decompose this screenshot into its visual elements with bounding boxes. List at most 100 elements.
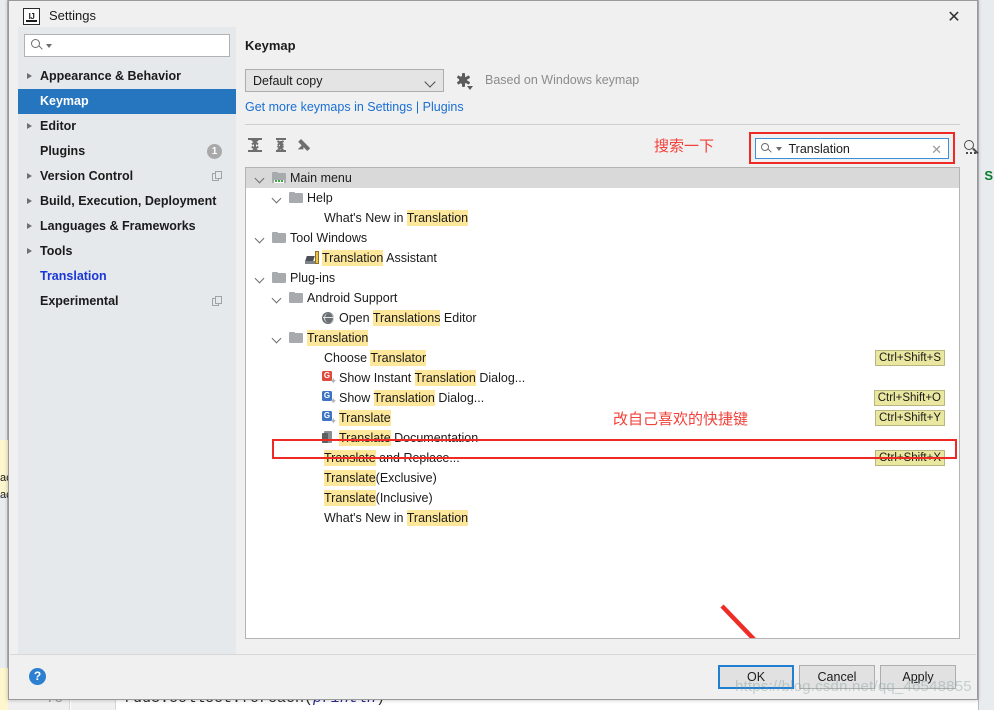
copy-settings-icon[interactable] — [212, 171, 223, 182]
tree-row-text: (Exclusive) — [375, 471, 437, 485]
table-row[interactable]: G ✦ Show Translation Dialog... Ctrl+Shift+O — [246, 388, 959, 408]
keymap-actions-tree[interactable]: Main menu Help What's New in Translation To… — [245, 167, 960, 639]
table-row[interactable]: Choose Translator Ctrl+Shift+S — [246, 348, 959, 368]
table-row[interactable]: Android Support — [246, 288, 959, 308]
table-row[interactable]: Translate(Exclusive) — [246, 468, 959, 488]
find-by-shortcut-icon[interactable] — [963, 139, 981, 157]
tree-row-text: Translation — [373, 390, 435, 406]
table-row[interactable]: Plug-ins — [246, 268, 959, 288]
tree-row-text: Dialog... — [434, 391, 485, 405]
tree-row-label: Translate and Replace... — [324, 448, 460, 468]
tree-row-text: What's New in — [324, 511, 407, 525]
tree-row-label: Help — [307, 188, 333, 208]
tree-row-text: Translation — [322, 250, 384, 266]
shortcut-badge: Ctrl+Shift+O — [873, 390, 945, 406]
sidebar-item-appearance-behavior[interactable]: Appearance & Behavior — [18, 64, 236, 89]
table-row[interactable]: Translation — [246, 328, 959, 348]
tree-row-label: What's New in Translation — [324, 508, 469, 528]
help-icon[interactable]: ? — [29, 668, 46, 685]
sidebar-item-languages-frameworks[interactable]: Languages & Frameworks — [18, 214, 236, 239]
folder-icon — [272, 172, 286, 184]
sidebar-item-keymap[interactable]: Keymap — [18, 89, 236, 114]
tree-row-label: Choose Translator — [324, 348, 427, 368]
tree-row-text: Help — [307, 191, 333, 205]
tree-row-text: Translator — [370, 350, 427, 366]
tree-row-list: Main menu Help What's New in Translation To… — [246, 168, 959, 528]
sidebar-item-tools[interactable]: Tools — [18, 239, 236, 264]
table-row[interactable]: Translate Documentation — [246, 428, 959, 448]
translation-bubble-icon: G ✦ — [322, 391, 337, 406]
translation-bubble-icon: G ✦ — [322, 411, 337, 426]
sidebar-item-label: Version Control — [40, 169, 134, 183]
table-row[interactable]: Help — [246, 188, 959, 208]
ide-left-toolwindow-strip[interactable] — [0, 0, 8, 710]
sidebar-item-label: Languages & Frameworks — [40, 219, 196, 233]
edit-pencil-icon[interactable] — [297, 135, 317, 155]
ide-right-strip-label: S — [984, 168, 993, 183]
table-row[interactable]: G ✦ Show Instant Translation Dialog... — [246, 368, 959, 388]
chevron-right-icon — [27, 248, 32, 254]
table-row[interactable]: G ✦ Translate Ctrl+Shift+Y — [246, 408, 959, 428]
tree-row-text: Plug-ins — [290, 271, 336, 285]
table-row[interactable]: Tool Windows — [246, 228, 959, 248]
chevron-down-icon[interactable] — [273, 334, 282, 343]
keymap-select[interactable]: Default copy — [245, 69, 444, 92]
tree-row-text: (Inclusive) — [375, 491, 433, 505]
table-row[interactable]: Open Translations Editor — [246, 308, 959, 328]
get-more-keymaps-link[interactable]: Get more keymaps in Settings | Plugins — [245, 100, 464, 114]
sidebar-item-list: Appearance & Behavior Keymap Editor Plugins… — [18, 64, 236, 314]
sidebar-item-experimental[interactable]: Experimental — [18, 289, 236, 314]
based-on-label: Based on Windows keymap — [485, 73, 640, 87]
intellij-idea-icon: IJ — [23, 8, 40, 25]
chevron-down-icon[interactable] — [256, 174, 265, 183]
tree-row-label: Tool Windows — [290, 228, 367, 248]
sidebar-item-badge: 1 — [207, 144, 222, 159]
sidebar-item-build-execution-deployment[interactable]: Build, Execution, Deployment — [18, 189, 236, 214]
folder-icon — [289, 332, 303, 344]
expand-all-icon[interactable] — [245, 135, 265, 155]
page-title: Keymap — [245, 38, 296, 53]
sidebar-item-version-control[interactable]: Version Control — [18, 164, 236, 189]
annotation-shortcut-note: 改自己喜欢的快捷键 — [613, 410, 749, 428]
ide-right-toolwindow-strip[interactable] — [978, 0, 994, 710]
tree-row-label: Translate(Exclusive) — [324, 468, 437, 488]
collapse-all-icon[interactable] — [271, 135, 291, 155]
tree-row-text: Translate — [324, 490, 376, 506]
tree-row-text: Translate — [324, 450, 376, 466]
chevron-right-icon — [27, 198, 32, 204]
table-row[interactable]: Main menu — [246, 168, 959, 188]
tree-row-label: Open Translations Editor — [339, 308, 477, 328]
chevron-right-icon — [27, 173, 32, 179]
tree-row-text: Translations — [372, 310, 441, 326]
chevron-down-icon[interactable] — [256, 234, 265, 243]
tree-row-text: Tool Windows — [290, 231, 368, 245]
sidebar-item-translation[interactable]: Translation — [18, 264, 236, 289]
table-row[interactable]: Translate and Replace... Ctrl+Shift+X — [246, 448, 959, 468]
copy-settings-icon[interactable] — [212, 296, 223, 307]
chevron-down-icon[interactable] — [256, 274, 265, 283]
sidebar-item-editor[interactable]: Editor — [18, 114, 236, 139]
table-row[interactable]: What's New in Translation — [246, 508, 959, 528]
translation-bubble-icon: G ✦ — [322, 371, 337, 386]
sidebar-item-label: Build, Execution, Deployment — [40, 194, 217, 208]
tree-row-label: Translate — [339, 408, 391, 428]
annotation-red-arrow — [720, 604, 756, 638]
gear-icon[interactable] — [455, 72, 473, 90]
chevron-down-icon[interactable] — [273, 294, 282, 303]
tree-row-text: Documentation — [390, 431, 479, 445]
table-row[interactable]: Translation Assistant — [246, 248, 959, 268]
tree-row-text: Show Instant — [339, 371, 415, 385]
chevron-down-icon[interactable] — [273, 194, 282, 203]
clear-icon[interactable]: ✕ — [931, 142, 942, 158]
sidebar-item-label: Tools — [40, 244, 73, 258]
sidebar-search-input[interactable] — [24, 34, 230, 57]
table-row[interactable]: Translate(Inclusive) — [246, 488, 959, 508]
sidebar-item-plugins[interactable]: Plugins 1 — [18, 139, 236, 164]
folder-icon — [289, 192, 303, 204]
ide-left-highlight-mark-2 — [0, 668, 8, 710]
tree-row-label: Plug-ins — [290, 268, 335, 288]
chevron-right-icon — [27, 223, 32, 229]
table-row[interactable]: What's New in Translation — [246, 208, 959, 228]
tree-row-label: Show Instant Translation Dialog... — [339, 368, 525, 388]
keymap-search-input[interactable]: Translation ✕ — [755, 138, 949, 159]
